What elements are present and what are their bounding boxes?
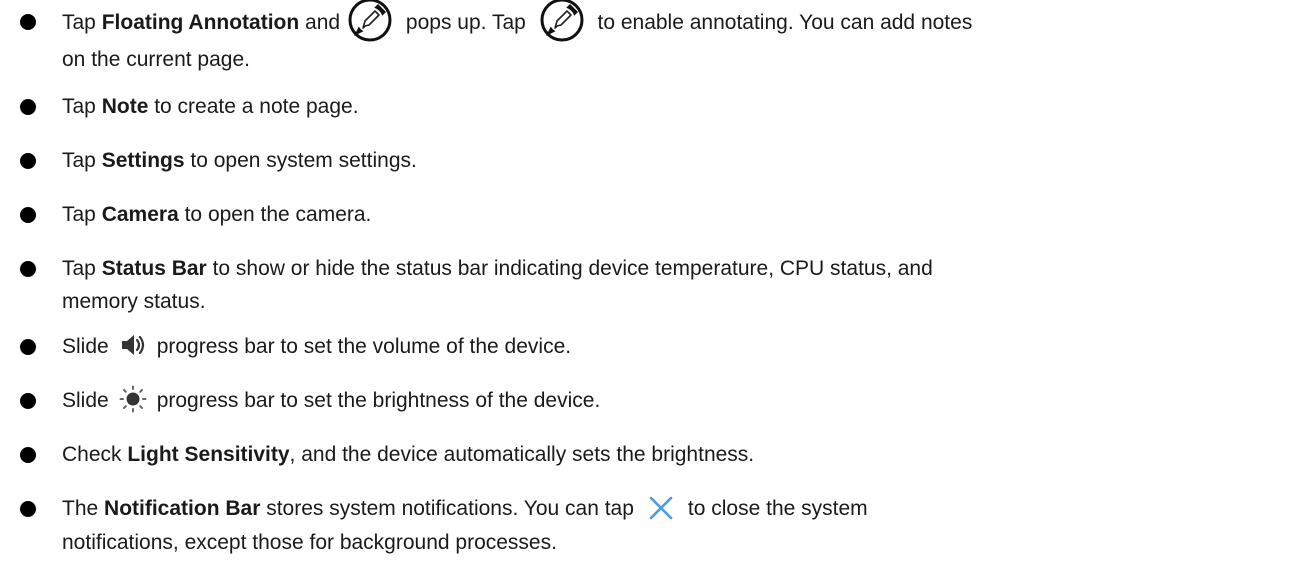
- list-item-notification-bar: The Notification Bar stores system notif…: [0, 492, 1294, 562]
- text-line: notifications, except those for backgrou…: [62, 531, 557, 554]
- text-run: Slide: [62, 389, 109, 412]
- bold-term: Notification Bar: [104, 497, 261, 520]
- volume-icon: [121, 335, 144, 356]
- list-item-text: Tap Status Bar to show or hide the statu…: [62, 252, 1278, 318]
- bullet-icon: [20, 501, 36, 517]
- list-item-floating-annotation: Tap Floating Annotation and pops up. Tap…: [0, 0, 1294, 80]
- pen-icon: [348, 0, 392, 42]
- bullet-icon: [20, 99, 36, 115]
- text-run: to enable annotating. You can add notes: [591, 11, 973, 34]
- bullet-icon: [20, 339, 36, 355]
- text-run: , and the device automatically sets the …: [289, 443, 755, 466]
- text-run: and: [299, 11, 341, 34]
- bold-term: Note: [101, 95, 149, 118]
- text-run: Tap: [62, 95, 102, 118]
- text-line: on the current page.: [62, 48, 250, 71]
- list-item-text: Tap Camera to open the camera.: [62, 198, 1278, 232]
- text-run: progress bar to set the volume of the de…: [156, 335, 572, 358]
- bold-term: Settings: [101, 149, 185, 172]
- text-run: to show or hide the status bar indicatin…: [206, 257, 933, 280]
- bold-term: Status Bar: [101, 257, 207, 280]
- text-run: Check: [62, 443, 128, 466]
- text-run: Slide: [62, 335, 109, 358]
- pen-icon: [540, 0, 584, 42]
- bullet-icon: [20, 447, 36, 463]
- bold-term: Camera: [101, 203, 179, 226]
- text-run: Tap: [62, 11, 102, 34]
- brightness-icon: [119, 385, 147, 413]
- list-item-text: Tap Settings to open system settings.: [62, 144, 1278, 178]
- bullet-icon: [20, 261, 36, 277]
- text-run: to open system settings.: [184, 149, 417, 172]
- list-item-volume: Slide progress bar to set the volume of t…: [0, 330, 1294, 364]
- document-page: Tap Floating Annotation and pops up. Tap…: [0, 0, 1294, 580]
- text-line: memory status.: [62, 290, 206, 313]
- bullet-icon: [20, 393, 36, 409]
- text-run: pops up. Tap: [400, 11, 532, 34]
- list-item-text: The Notification Bar stores system notif…: [62, 492, 1278, 560]
- text-run: to close the system: [687, 497, 868, 520]
- close-icon: [649, 496, 673, 520]
- bold-term: Floating Annotation: [101, 11, 300, 34]
- bullet-icon: [20, 14, 36, 30]
- list-item-status-bar: Tap Status Bar to show or hide the statu…: [0, 252, 1294, 318]
- list-item-note: Tap Note to create a note page.: [0, 90, 1294, 124]
- list-item-light-sensitivity: Check Light Sensitivity, and the device …: [0, 438, 1294, 472]
- text-run: to create a note page.: [148, 95, 359, 118]
- bullet-icon: [20, 207, 36, 223]
- list-item-text: Slide progress bar to set the brightness …: [62, 384, 1278, 418]
- text-run: stores system notifications. You can tap: [260, 497, 634, 520]
- list-item-brightness: Slide progress bar to set the brightness …: [0, 384, 1294, 418]
- list-item-text: Slide progress bar to set the volume of t…: [62, 330, 1278, 364]
- list-item-text: Tap Note to create a note page.: [62, 90, 1278, 124]
- list-item-text: Tap Floating Annotation and pops up. Tap…: [62, 0, 1278, 78]
- text-run: The: [62, 497, 105, 520]
- text-run: Tap: [62, 203, 102, 226]
- bullet-icon: [20, 153, 36, 169]
- bold-term: Light Sensitivity: [127, 443, 290, 466]
- text-run: Tap: [62, 257, 102, 280]
- list-item-settings: Tap Settings to open system settings.: [0, 144, 1294, 178]
- text-run: Tap: [62, 149, 102, 172]
- text-run: progress bar to set the brightness of th…: [156, 389, 601, 412]
- text-run: to open the camera.: [178, 203, 372, 226]
- list-item-text: Check Light Sensitivity, and the device …: [62, 438, 1278, 472]
- list-item-camera: Tap Camera to open the camera.: [0, 198, 1294, 232]
